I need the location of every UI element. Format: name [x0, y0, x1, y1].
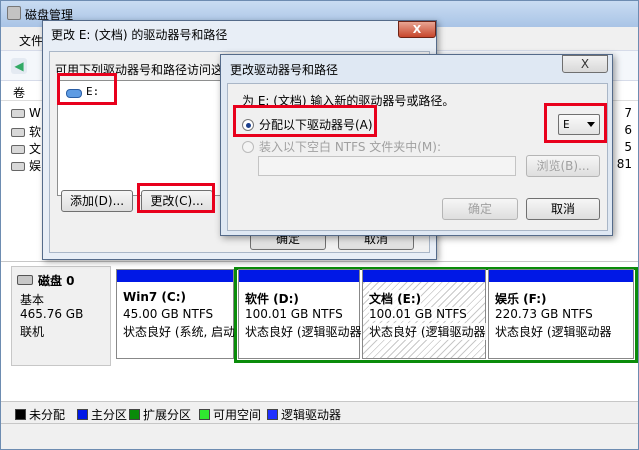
partition-c[interactable]: Win7 (C:) 45.00 GB NTFS 状态良好 (系统, 启动 [116, 269, 236, 359]
dialog-prompt: 可用下列驱动器号和路径访问这 [55, 63, 224, 77]
drive-letter-select[interactable]: E [558, 114, 600, 135]
list-item[interactable]: E: [86, 85, 99, 98]
partition-size: 100.01 GB NTFS [369, 307, 467, 321]
partition-d[interactable]: 软件 (D:) 100.01 GB NTFS 状态良好 (逻辑驱动器 [238, 269, 362, 359]
disk-size: 465.76 GB [20, 307, 84, 321]
partition-name: 娱乐 (F:) [495, 292, 547, 306]
partition-bar-primary [117, 270, 233, 282]
close-icon[interactable]: X [562, 55, 608, 73]
legend-swatch [77, 409, 88, 420]
partition-name: 软件 (D:) [245, 292, 299, 306]
change-button[interactable]: 更改(C)... [141, 190, 213, 212]
list-item[interactable]: 软 [11, 123, 41, 139]
partition-size: 220.73 GB NTFS [495, 307, 593, 321]
disk-type: 基本 [20, 293, 45, 307]
legend-item: 未分配 [15, 406, 65, 422]
partition-size: 45.00 GB NTFS [123, 307, 214, 321]
partition-status: 状态良好 (系统, 启动 [123, 325, 236, 339]
legend-swatch [199, 409, 210, 420]
disk-name: 磁盘 0 [38, 274, 75, 288]
legend-item: 扩展分区 [129, 406, 191, 422]
drive-icon [11, 145, 25, 154]
dialog-prompt: 为 E: (文档) 输入新的驱动器号或路径。 [242, 94, 455, 108]
partition-bar-logical [489, 270, 633, 282]
legend-item: 可用空间 [199, 406, 261, 422]
partition-size: 100.01 GB NTFS [245, 307, 343, 321]
partition-name: 文档 (E:) [369, 290, 422, 307]
menu-file[interactable]: 文件 [19, 32, 43, 49]
partition-bar-logical [239, 270, 359, 282]
disk-status: 联机 [20, 325, 45, 339]
radio-selected-icon [242, 118, 254, 131]
legend-swatch [267, 409, 278, 420]
browse-button[interactable]: 浏览(B)... [526, 155, 600, 177]
radio-icon [242, 140, 254, 153]
partition-e-selected[interactable]: 文档 (E:) 100.01 GB NTFS 状态良好 (逻辑驱动器 [362, 269, 486, 359]
legend-swatch [129, 409, 140, 420]
list-item[interactable]: 娱 [11, 157, 41, 173]
dialog-body: 为 E: (文档) 输入新的驱动器号或路径。 分配以下驱动器号(A): 装入以下… [227, 83, 608, 231]
list-item[interactable]: 文 [11, 140, 41, 156]
radio-mount-folder[interactable]: 装入以下空白 NTFS 文件夹中(M): [242, 138, 441, 155]
legend-item: 主分区 [77, 406, 127, 422]
status-bar [1, 423, 638, 449]
legend-swatch [15, 409, 26, 420]
cancel-button[interactable]: 取消 [526, 198, 600, 220]
add-button[interactable]: 添加(D)... [61, 190, 133, 212]
drive-letter-value: E [563, 118, 570, 131]
partition-status: 状态良好 (逻辑驱动器 [245, 325, 362, 339]
column-header-volume[interactable]: 卷 [13, 84, 25, 101]
legend-item: 逻辑驱动器 [267, 406, 341, 422]
dialog-title: 更改驱动器号和路径 [230, 63, 339, 77]
radio-assign-drive-letter[interactable]: 分配以下驱动器号(A): [242, 116, 377, 133]
drive-icon [66, 89, 82, 98]
chevron-down-icon [587, 122, 595, 127]
drive-icon [11, 109, 25, 118]
list-item[interactable]: W [11, 106, 41, 122]
partition-status: 状态良好 (逻辑驱动器 [495, 325, 612, 339]
partition-f[interactable]: 娱乐 (F:) 220.73 GB NTFS 状态良好 (逻辑驱动器 [488, 269, 634, 359]
disk-icon [17, 275, 33, 285]
back-arrow-icon[interactable]: ◀ [11, 58, 27, 74]
drive-icon [11, 162, 25, 171]
partition-bar-logical [363, 270, 485, 282]
close-icon[interactable]: X [398, 21, 436, 38]
disk-label[interactable]: 磁盘 0 基本 465.76 GB 联机 [11, 266, 111, 366]
legend: 未分配 主分区 扩展分区 可用空间 逻辑驱动器 [1, 401, 638, 423]
change-drive-letter-subdialog: 更改驱动器号和路径 X 为 E: (文档) 输入新的驱动器号或路径。 分配以下驱… [220, 54, 613, 236]
partition-status: 状态良好 (逻辑驱动器 [369, 323, 486, 340]
disk-management-icon [7, 6, 21, 20]
ok-button[interactable]: 确定 [442, 198, 518, 220]
partition-name: Win7 (C:) [123, 290, 186, 304]
dialog-title: 更改 E: (文档) 的驱动器号和路径 [51, 28, 228, 42]
folder-path-input[interactable] [258, 156, 516, 176]
drive-icon [11, 128, 25, 137]
